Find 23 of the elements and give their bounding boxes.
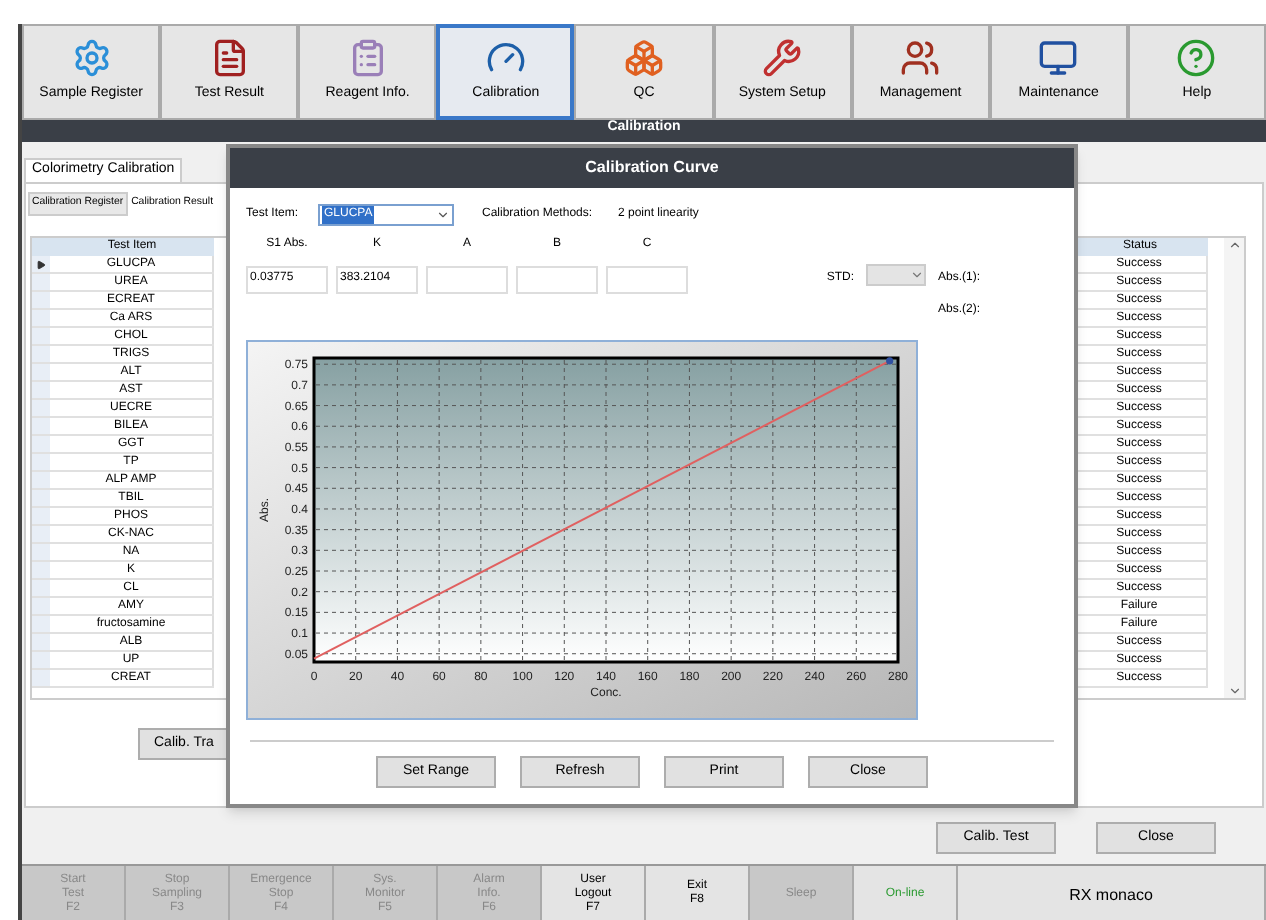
table-corner (32, 238, 50, 256)
wrench-icon (762, 38, 803, 79)
dialog-title: Calibration Curve (585, 156, 719, 180)
param-field[interactable] (606, 266, 688, 294)
param-field[interactable] (516, 266, 598, 294)
people-icon (900, 38, 941, 79)
scroll-down-icon[interactable] (1227, 684, 1241, 698)
gear-icon (71, 38, 112, 79)
row-header[interactable] (32, 256, 50, 272)
scrollbar[interactable] (1224, 238, 1244, 698)
data-point (886, 357, 894, 365)
help-icon (1176, 38, 1217, 79)
caret-icon (910, 268, 924, 282)
document-icon (209, 38, 250, 79)
std-dropdown[interactable] (866, 264, 926, 286)
device-name: RX monaco (958, 866, 1266, 920)
cubes-icon (624, 38, 665, 79)
row-pointer-icon (36, 259, 46, 269)
scroll-up-icon[interactable] (1227, 238, 1241, 252)
param-field[interactable] (426, 266, 508, 294)
monitor-icon (1038, 38, 1079, 79)
caret-icon (436, 207, 450, 221)
clipboard-icon (347, 38, 388, 79)
